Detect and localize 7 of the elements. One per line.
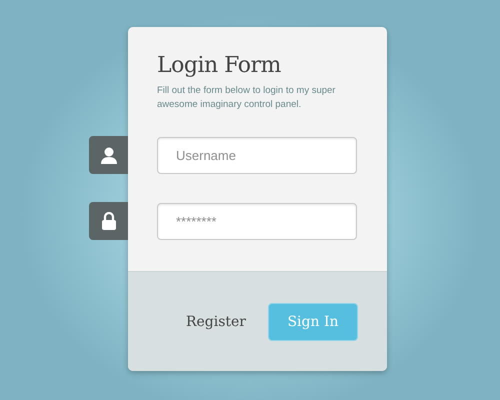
register-link[interactable]: Register <box>186 314 246 330</box>
username-field[interactable]: Username <box>157 136 357 174</box>
form-title: Login Form <box>157 53 282 78</box>
user-icon <box>100 146 116 164</box>
form-description: Fill out the form below to login to my super awesome imaginary control panel. <box>157 84 336 112</box>
password-field[interactable]: ******** <box>157 202 357 240</box>
lock-icon <box>100 212 116 230</box>
